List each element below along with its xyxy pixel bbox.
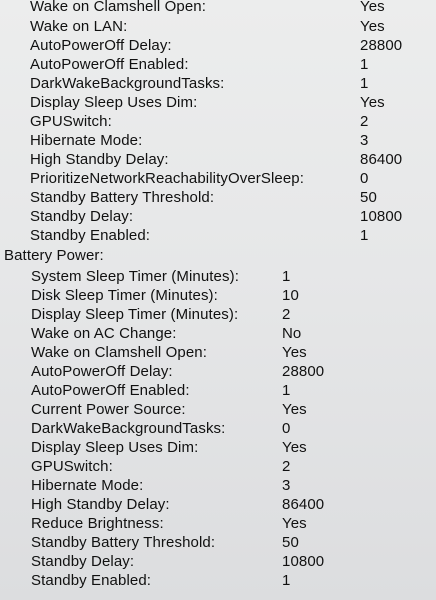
setting-key: Wake on AC Change:: [31, 325, 177, 342]
setting-row: Standby Enabled: 1: [0, 571, 436, 590]
setting-row: Current Power Source: Yes: [0, 400, 436, 419]
setting-value: Yes: [360, 94, 385, 111]
battery-power-heading: Battery Power:: [4, 247, 104, 264]
setting-key: Standby Battery Threshold:: [30, 189, 215, 206]
setting-key: System Sleep Timer (Minutes):: [31, 268, 239, 285]
setting-key: GPUSwitch:: [31, 458, 113, 475]
setting-value: 0: [282, 420, 291, 437]
setting-row: Display Sleep Timer (Minutes): 2: [0, 305, 436, 324]
setting-key: Reduce Brightness:: [31, 515, 164, 532]
setting-key: Standby Delay:: [30, 208, 134, 225]
setting-value: 1: [282, 268, 291, 285]
setting-key: High Standby Delay:: [31, 496, 170, 513]
setting-row: Display Sleep Uses Dim: Yes: [0, 93, 436, 112]
setting-value: 1: [360, 227, 369, 244]
setting-key: Wake on LAN:: [30, 18, 128, 35]
setting-value: 2: [282, 306, 291, 323]
setting-value: 86400: [282, 496, 325, 513]
setting-value: Yes: [360, 18, 385, 35]
setting-key: AutoPowerOff Enabled:: [31, 382, 190, 399]
setting-key: Display Sleep Uses Dim:: [30, 94, 198, 111]
setting-value: 10800: [360, 208, 403, 225]
setting-key: PrioritizeNetworkReachabilityOverSleep:: [30, 170, 305, 187]
setting-value: 28800: [360, 37, 403, 54]
setting-row: GPUSwitch: 2: [0, 457, 436, 476]
setting-row: High Standby Delay: 86400: [0, 150, 436, 169]
power-settings-listing: Wake on Clamshell Open: Yes Wake on LAN:…: [0, 0, 436, 600]
setting-value: 10800: [282, 553, 325, 570]
setting-value: Yes: [360, 0, 385, 15]
setting-row: System Sleep Timer (Minutes): 1: [0, 267, 436, 286]
setting-key: AutoPowerOff Enabled:: [30, 56, 189, 73]
setting-value: 2: [360, 113, 369, 130]
setting-key: Disk Sleep Timer (Minutes):: [31, 287, 218, 304]
setting-row: Standby Battery Threshold: 50: [0, 533, 436, 552]
setting-key: Display Sleep Timer (Minutes):: [31, 306, 239, 323]
setting-row: Reduce Brightness: Yes: [0, 514, 436, 533]
setting-key: Standby Enabled:: [31, 572, 152, 589]
setting-key: Display Sleep Uses Dim:: [31, 439, 199, 456]
setting-value: Yes: [282, 515, 307, 532]
setting-key: Hibernate Mode:: [31, 477, 144, 494]
setting-key: DarkWakeBackgroundTasks:: [31, 420, 226, 437]
setting-key: Standby Delay:: [31, 553, 135, 570]
setting-row: PrioritizeNetworkReachabilityOverSleep: …: [0, 169, 436, 188]
setting-row: Standby Enabled: 1: [0, 226, 436, 245]
setting-row: Standby Battery Threshold: 50: [0, 188, 436, 207]
setting-row: Standby Delay: 10800: [0, 552, 436, 571]
setting-value: Yes: [282, 344, 307, 361]
setting-row: AutoPowerOff Enabled: 1: [0, 381, 436, 400]
setting-row: Wake on AC Change: No: [0, 324, 436, 343]
setting-value: 3: [360, 132, 369, 149]
setting-key: Current Power Source:: [31, 401, 186, 418]
setting-key: Hibernate Mode:: [30, 132, 143, 149]
battery-power-section: Battery Power:: [0, 246, 436, 265]
setting-key: Standby Battery Threshold:: [31, 534, 216, 551]
setting-key: DarkWakeBackgroundTasks:: [30, 75, 225, 92]
setting-value: 1: [282, 572, 291, 589]
setting-value: 50: [360, 189, 377, 206]
setting-value: 1: [360, 56, 369, 73]
setting-value: 2: [282, 458, 291, 475]
setting-value: 3: [282, 477, 291, 494]
setting-row: GPUSwitch: 2: [0, 112, 436, 131]
setting-row: DarkWakeBackgroundTasks: 1: [0, 74, 436, 93]
setting-value: 86400: [360, 151, 403, 168]
setting-key: Standby Enabled:: [30, 227, 151, 244]
setting-value: 0: [360, 170, 369, 187]
setting-row: Wake on Clamshell Open: Yes: [0, 0, 436, 16]
setting-row: AutoPowerOff Delay: 28800: [0, 362, 436, 381]
setting-row: DarkWakeBackgroundTasks: 0: [0, 419, 436, 438]
setting-value: 28800: [282, 363, 325, 380]
setting-value: No: [282, 325, 302, 342]
setting-key: High Standby Delay:: [30, 151, 169, 168]
setting-row: Standby Delay: 10800: [0, 207, 436, 226]
setting-row: Wake on LAN: Yes: [0, 17, 436, 36]
setting-key: AutoPowerOff Delay:: [30, 37, 172, 54]
setting-row: Display Sleep Uses Dim: Yes: [0, 438, 436, 457]
setting-row: High Standby Delay: 86400: [0, 495, 436, 514]
setting-row: Wake on Clamshell Open: Yes: [0, 343, 436, 362]
setting-value: Yes: [282, 401, 307, 418]
setting-row: Hibernate Mode: 3: [0, 476, 436, 495]
setting-row: Disk Sleep Timer (Minutes): 10: [0, 286, 436, 305]
setting-key: Wake on Clamshell Open:: [31, 344, 207, 361]
setting-value: 50: [282, 534, 299, 551]
setting-row: AutoPowerOff Delay: 28800: [0, 36, 436, 55]
setting-value: 1: [282, 382, 291, 399]
setting-row: AutoPowerOff Enabled: 1: [0, 55, 436, 74]
setting-value: 10: [282, 287, 299, 304]
setting-value: 1: [360, 75, 369, 92]
setting-key: AutoPowerOff Delay:: [31, 363, 173, 380]
setting-value: Yes: [282, 439, 307, 456]
setting-key: GPUSwitch:: [30, 113, 112, 130]
setting-row: Hibernate Mode: 3: [0, 131, 436, 150]
setting-key: Wake on Clamshell Open:: [30, 0, 206, 15]
